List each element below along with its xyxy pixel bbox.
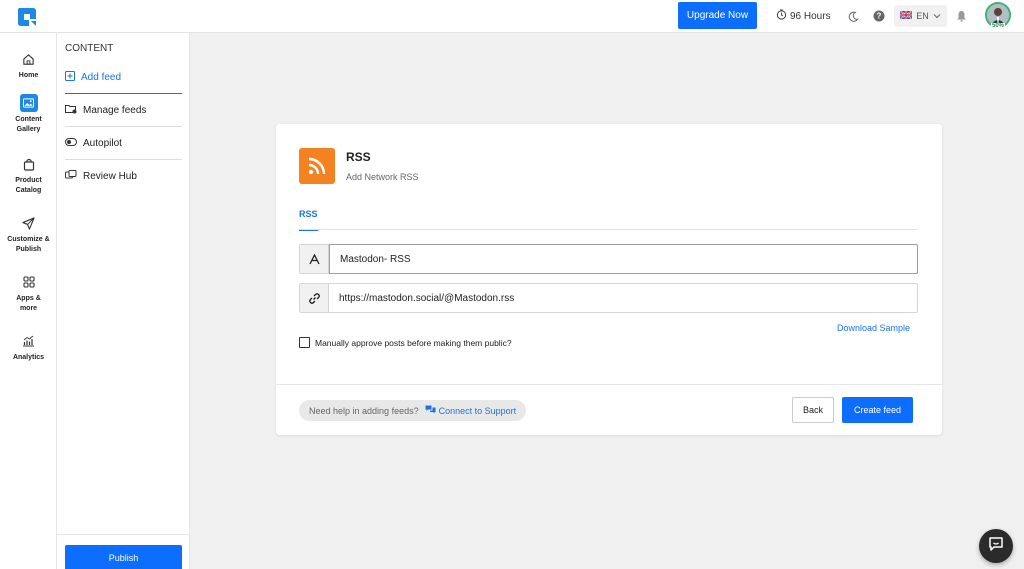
sidebar-item-label: Manage feeds	[83, 104, 147, 116]
rail-item-label: Content Gallery	[15, 116, 42, 133]
create-feed-button[interactable]: Create feed	[842, 397, 913, 423]
feed-url-field[interactable]	[299, 283, 918, 313]
card-title: RSS	[346, 150, 371, 164]
content-sidebar: CONTENT Add feed Manage feeds Autopilot …	[57, 33, 190, 569]
manual-approve-checkbox[interactable]	[299, 337, 310, 348]
connect-support-label: Connect to Support	[438, 405, 517, 416]
publish-button[interactable]: Publish	[65, 545, 182, 569]
sidebar-item-manage-feeds[interactable]: Manage feeds	[65, 94, 182, 127]
add-feed-card: RSS Add Network RSS RSS Download Sample …	[276, 124, 942, 435]
sidebar-item-label: Review Hub	[83, 171, 137, 182]
profile-completion-badge: 50%	[991, 23, 1006, 29]
chat-bubbles-icon	[425, 405, 436, 416]
rail-item-analytics[interactable]: Analytics	[0, 333, 57, 363]
sidebar-item-label: Autopilot	[83, 137, 122, 149]
sidebar-item-autopilot[interactable]: Autopilot	[65, 127, 182, 160]
bag-icon	[0, 156, 57, 172]
card-footer-divider	[276, 384, 942, 385]
rail-item-apps[interactable]: Apps & more	[0, 274, 57, 314]
card-subtitle: Add Network RSS	[346, 172, 419, 182]
uk-flag-icon	[899, 10, 913, 21]
main-nav-rail: Home Content Gallery Product Catalog Cus…	[0, 33, 57, 569]
sidebar-footer: Publish	[57, 534, 190, 569]
upgrade-now-button[interactable]: Upgrade Now	[678, 2, 757, 29]
back-button[interactable]: Back	[792, 397, 834, 423]
help-text: Need help in adding feeds?	[309, 405, 419, 416]
chat-support-button[interactable]	[979, 529, 1013, 563]
rail-item-product-catalog[interactable]: Product Catalog	[0, 156, 57, 196]
svg-text:?: ?	[877, 12, 882, 21]
rail-item-label: Product Catalog	[15, 177, 42, 194]
rail-item-label: Home	[18, 72, 39, 79]
rail-item-label: Apps & more	[16, 295, 41, 312]
reviews-icon	[65, 170, 77, 183]
language-selector[interactable]: EN	[894, 5, 947, 27]
text-font-icon	[300, 245, 329, 273]
rail-item-label: Analytics	[12, 354, 45, 361]
chevron-down-icon	[933, 11, 941, 21]
toggle-icon	[65, 137, 77, 149]
top-bar: Upgrade Now 96 Hours ? EN 50%	[0, 0, 1024, 33]
chat-icon	[988, 536, 1004, 557]
feed-name-field[interactable]	[299, 244, 918, 274]
feed-name-input[interactable]	[329, 244, 918, 274]
help-question-icon[interactable]: ?	[872, 9, 886, 23]
link-icon	[300, 284, 329, 312]
tab-rss[interactable]: RSS	[299, 209, 318, 231]
hours-label: 96 Hours	[790, 10, 831, 22]
sidebar-item-review-hub[interactable]: Review Hub	[65, 160, 182, 193]
feed-url-input[interactable]	[329, 284, 917, 312]
rail-item-label: Customize & Publish	[7, 236, 50, 253]
rail-item-home[interactable]: Home	[0, 51, 57, 81]
folder-gear-icon	[65, 104, 77, 117]
hours-remaining[interactable]: 96 Hours	[776, 9, 831, 23]
sidebar-title: CONTENT	[65, 43, 114, 54]
tab-divider	[299, 229, 918, 230]
manual-approve-row[interactable]: Manually approve posts before making the…	[299, 337, 512, 348]
manual-approve-label: Manually approve posts before making the…	[315, 337, 512, 348]
rail-item-customize-publish[interactable]: Customize & Publish	[0, 215, 57, 255]
home-icon	[0, 51, 57, 67]
notification-bell-icon[interactable]	[954, 9, 968, 23]
timer-icon	[776, 9, 787, 23]
app-logo-icon[interactable]	[15, 5, 39, 29]
analytics-icon	[0, 333, 57, 349]
help-pill: Need help in adding feeds? Connect to Su…	[299, 400, 527, 421]
send-icon	[0, 215, 57, 231]
sidebar-item-add-feed[interactable]: Add feed	[65, 61, 182, 94]
dark-mode-moon-icon[interactable]	[846, 9, 860, 23]
sidebar-item-label: Add feed	[81, 71, 122, 83]
gallery-icon	[19, 94, 38, 112]
connect-support-link[interactable]: Connect to Support	[425, 405, 517, 416]
rail-item-content-gallery[interactable]: Content Gallery	[0, 94, 57, 135]
rss-icon	[299, 148, 335, 184]
plus-square-icon	[65, 70, 75, 84]
language-label: EN	[916, 11, 929, 21]
apps-icon	[0, 274, 57, 290]
download-sample-link[interactable]: Download Sample	[837, 323, 910, 333]
